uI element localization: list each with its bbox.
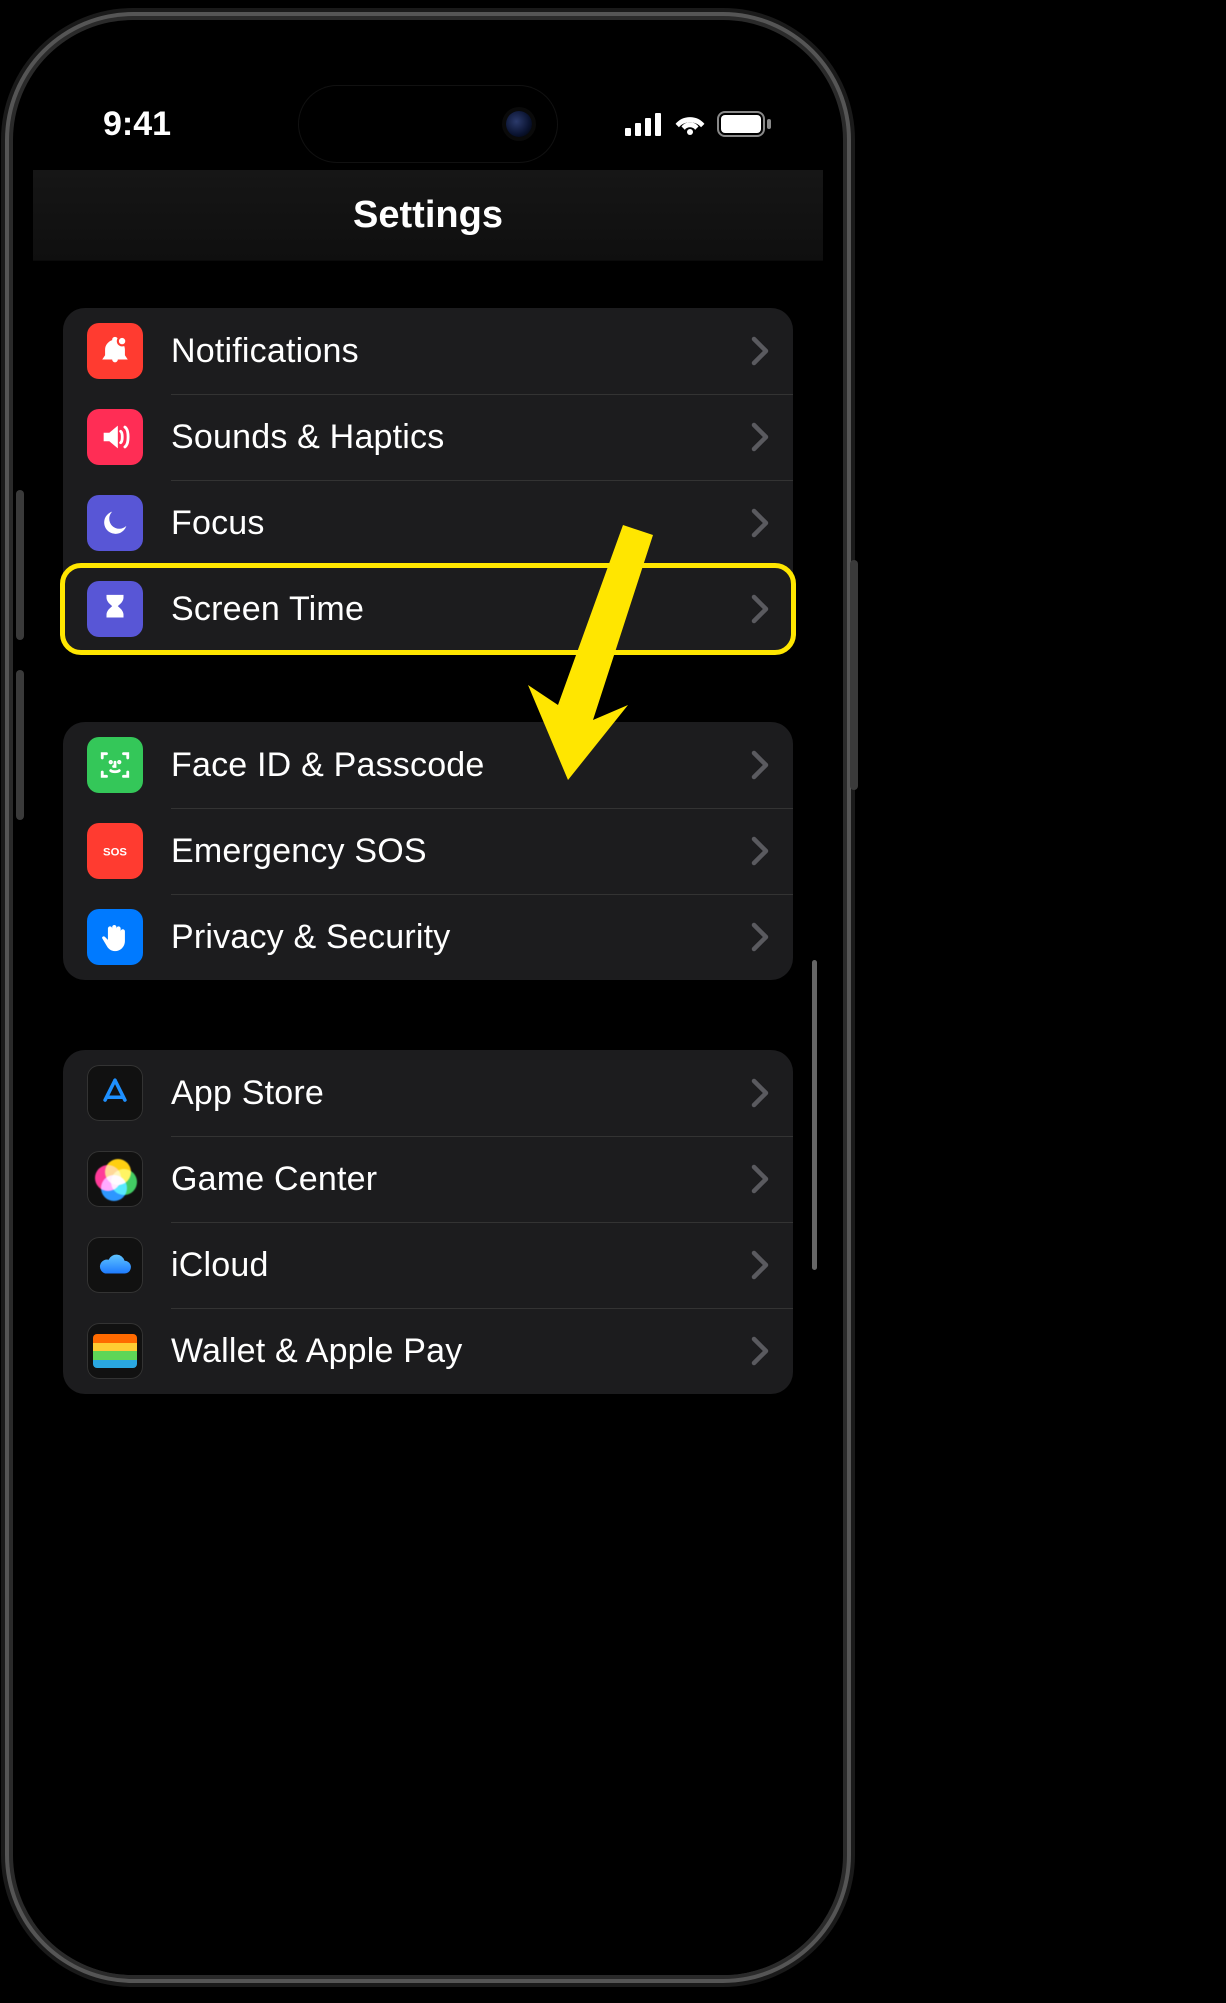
chevron-right-icon [751, 1078, 769, 1108]
gamecenter-icon [87, 1151, 143, 1207]
row-label: Face ID & Passcode [171, 746, 751, 785]
volume-up-button[interactable] [16, 490, 24, 640]
appstore-icon [87, 1065, 143, 1121]
row-label: App Store [171, 1074, 751, 1113]
chevron-right-icon [751, 508, 769, 538]
chevron-right-icon [751, 750, 769, 780]
hand-icon [87, 909, 143, 965]
row-sos[interactable]: SOS Emergency SOS [63, 808, 793, 894]
row-privacy[interactable]: Privacy & Security [63, 894, 793, 980]
row-label: Game Center [171, 1160, 751, 1199]
faceid-icon [87, 737, 143, 793]
speaker-icon [87, 409, 143, 465]
front-camera-icon [506, 111, 532, 137]
nav-header: Settings [33, 170, 823, 261]
row-sounds[interactable]: Sounds & Haptics [63, 394, 793, 480]
hourglass-icon [87, 581, 143, 637]
row-icloud[interactable]: iCloud [63, 1222, 793, 1308]
row-label: Notifications [171, 332, 751, 371]
row-label: Privacy & Security [171, 918, 751, 957]
row-label: Wallet & Apple Pay [171, 1332, 751, 1371]
chevron-right-icon [751, 922, 769, 952]
row-wallet[interactable]: Wallet & Apple Pay [63, 1308, 793, 1394]
cloud-icon [87, 1237, 143, 1293]
dynamic-island [298, 85, 558, 163]
svg-text:SOS: SOS [103, 846, 127, 858]
moon-icon [87, 495, 143, 551]
chevron-right-icon [751, 1164, 769, 1194]
battery-icon [717, 111, 773, 137]
row-label: Screen Time [171, 590, 751, 629]
bell-icon [87, 323, 143, 379]
sos-icon: SOS [87, 823, 143, 879]
settings-content[interactable]: Notifications Sounds & Haptics Focus [33, 270, 823, 1975]
chevron-right-icon [751, 1250, 769, 1280]
volume-down-button[interactable] [16, 670, 24, 820]
wallet-icon [87, 1323, 143, 1379]
row-label: Emergency SOS [171, 832, 751, 871]
row-label: Focus [171, 504, 751, 543]
row-gamecenter[interactable]: Game Center [63, 1136, 793, 1222]
scrollbar[interactable] [812, 960, 817, 1270]
row-label: Sounds & Haptics [171, 418, 751, 457]
chevron-right-icon [751, 836, 769, 866]
row-focus[interactable]: Focus [63, 480, 793, 566]
chevron-right-icon [751, 336, 769, 366]
screen: 9:41 Settings [33, 40, 823, 1975]
settings-group-2: Face ID & Passcode SOS Emergency SOS Pri… [63, 722, 793, 980]
status-right [625, 111, 773, 137]
settings-group-3: App Store Game Center iCloud [63, 1050, 793, 1394]
wifi-icon [673, 112, 707, 136]
row-screentime[interactable]: Screen Time [63, 566, 793, 652]
cellular-icon [625, 112, 663, 136]
row-notifications[interactable]: Notifications [63, 308, 793, 394]
chevron-right-icon [751, 422, 769, 452]
chevron-right-icon [751, 594, 769, 624]
status-time: 9:41 [103, 105, 171, 144]
page-title: Settings [353, 194, 503, 237]
phone-frame: 9:41 Settings [13, 20, 843, 1975]
chevron-right-icon [751, 1336, 769, 1366]
row-label: iCloud [171, 1246, 751, 1285]
row-faceid[interactable]: Face ID & Passcode [63, 722, 793, 808]
settings-group-1: Notifications Sounds & Haptics Focus [63, 308, 793, 652]
row-appstore[interactable]: App Store [63, 1050, 793, 1136]
power-button[interactable] [850, 560, 858, 790]
